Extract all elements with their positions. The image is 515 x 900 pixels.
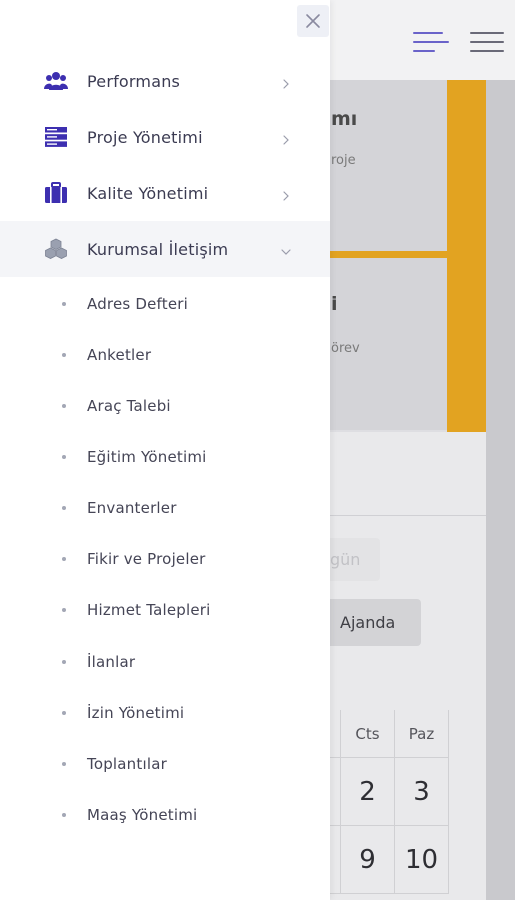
submenu-item-label: Eğitim Yönetimi: [87, 447, 207, 466]
hamburger-menu-icon[interactable]: [470, 30, 504, 54]
calendar-header-cell: Cts: [341, 710, 395, 758]
submenu-item-hizmet-talepleri[interactable]: Hizmet Talepleri: [0, 584, 330, 635]
submenu-item-label: Toplantılar: [87, 754, 167, 773]
submenu-item-envanterler[interactable]: Envanterler: [0, 482, 330, 533]
submenu-item-maas-yonetimi[interactable]: Maaş Yönetimi: [0, 789, 330, 840]
submenu-item-label: Adres Defteri: [87, 294, 189, 313]
submenu-item-label: Hizmet Talepleri: [87, 600, 211, 619]
chevron-right-icon: [280, 131, 292, 145]
scroll-area: [486, 80, 515, 900]
submenu-item-label: Araç Talebi: [87, 396, 171, 415]
bullet-icon: [62, 556, 66, 561]
users-icon: [41, 66, 71, 96]
agenda-view-button[interactable]: Ajanda: [320, 599, 421, 646]
sidebar-item-label: Performans: [87, 71, 181, 91]
submenu-item-label: Maaş Yönetimi: [87, 805, 198, 824]
bullet-icon: [62, 352, 66, 357]
submenu-item-label: Fikir ve Projeler: [87, 549, 206, 568]
card1-subtitle: roje: [331, 153, 356, 168]
calendar-day-cell[interactable]: 9: [341, 826, 395, 894]
align-left-icon[interactable]: [413, 30, 449, 54]
bullet-icon: [62, 403, 66, 408]
bullet-icon: [62, 505, 66, 510]
card-accent-bar: [447, 80, 486, 432]
bullet-icon: [62, 607, 66, 612]
sidebar-item-label: Kalite Yönetimi: [87, 183, 209, 203]
sidebar-item-kurumsal-iletisim[interactable]: Kurumsal İletişim: [0, 221, 330, 277]
submenu-item-fikir-ve-projeler[interactable]: Fikir ve Projeler: [0, 533, 330, 584]
bullet-icon: [62, 812, 66, 817]
sidebar-item-proje-yonetimi[interactable]: Proje Yönetimi: [0, 109, 330, 165]
chevron-right-icon: [280, 75, 292, 89]
submenu-item-label: Anketler: [87, 345, 152, 364]
chevron-right-icon: [280, 187, 292, 201]
close-button[interactable]: [297, 5, 329, 37]
cubes-icon: [41, 234, 71, 264]
bullet-icon: [62, 710, 66, 715]
sidebar-item-performans[interactable]: Performans: [0, 53, 330, 109]
submenu-item-adres-defteri[interactable]: Adres Defteri: [0, 278, 330, 329]
close-icon: [306, 14, 320, 28]
briefcase-icon: [41, 178, 71, 208]
submenu-item-izin-yonetimi[interactable]: İzin Yönetimi: [0, 687, 330, 738]
bullet-icon: [62, 454, 66, 459]
calendar-day-cell[interactable]: 2: [341, 758, 395, 826]
card1-title: mı: [331, 108, 358, 130]
section-divider: [330, 515, 486, 516]
calendar-header-cell: Paz: [395, 710, 449, 758]
card-accent-line: [330, 251, 447, 258]
sidebar-item-label: Kurumsal İletişim: [87, 239, 229, 259]
card2-subtitle: örev: [331, 341, 360, 356]
submenu-item-label: Envanterler: [87, 498, 177, 517]
submenu-item-ilanlar[interactable]: İlanlar: [0, 636, 330, 687]
server-icon: [41, 122, 71, 152]
submenu-item-egitim-yonetimi[interactable]: Eğitim Yönetimi: [0, 431, 330, 482]
submenu-item-toplantilar[interactable]: Toplantılar: [0, 738, 330, 789]
chevron-down-icon: [280, 243, 292, 255]
sidebar-menu: Performans Proje Yönetimi Kalite Yönetim…: [0, 0, 330, 900]
calendar-day-cell[interactable]: 3: [395, 758, 449, 826]
bullet-icon: [62, 761, 66, 766]
sidebar-item-label: Proje Yönetimi: [87, 127, 203, 147]
submenu-item-label: İlanlar: [87, 652, 136, 671]
bullet-icon: [62, 659, 66, 664]
calendar-day-cell[interactable]: 10: [395, 826, 449, 894]
sidebar-item-kalite-yonetimi[interactable]: Kalite Yönetimi: [0, 165, 330, 221]
submenu-item-arac-talebi[interactable]: Araç Talebi: [0, 380, 330, 431]
submenu-item-label: İzin Yönetimi: [87, 703, 185, 722]
submenu-item-anketler[interactable]: Anketler: [0, 329, 330, 380]
bullet-icon: [62, 301, 66, 306]
card2-title: i: [331, 293, 338, 315]
